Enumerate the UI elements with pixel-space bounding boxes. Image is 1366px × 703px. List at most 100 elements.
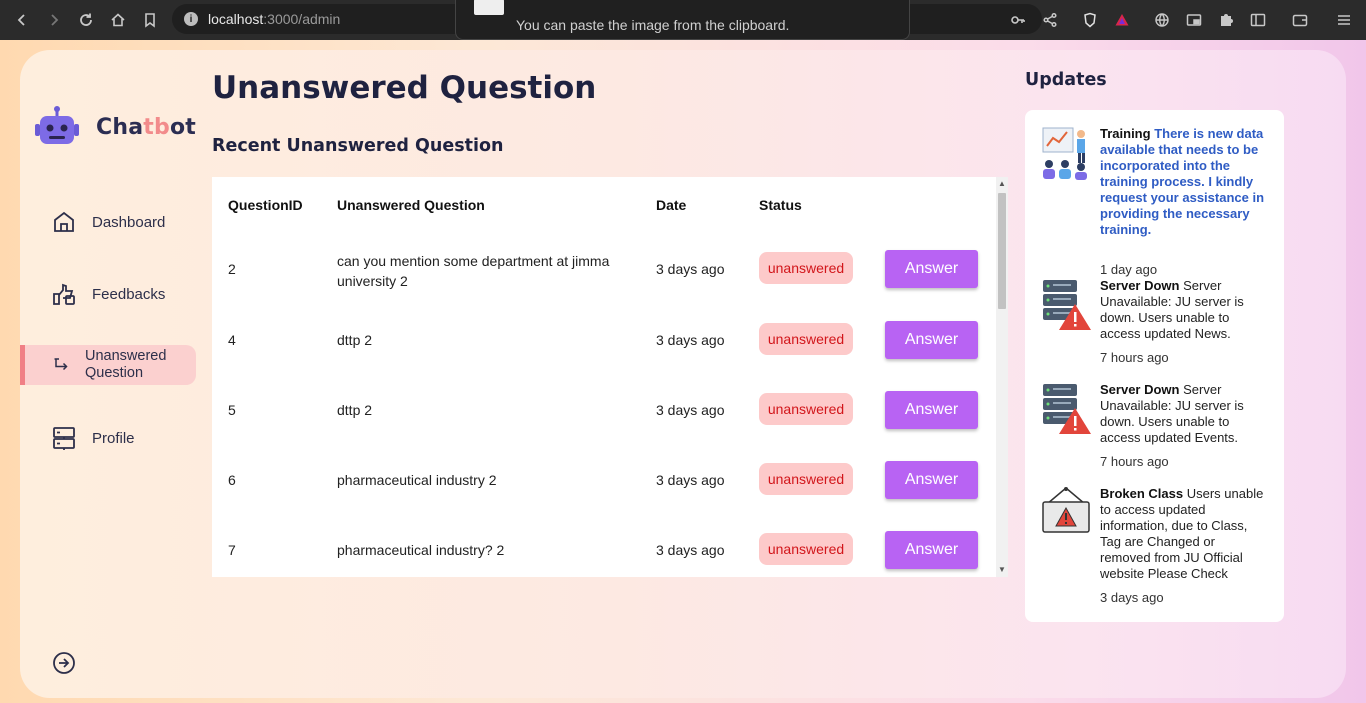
feedback-icon <box>53 283 75 305</box>
table-row: 7 pharmaceutical industry? 2 3 days ago … <box>212 513 996 577</box>
table-row: 4 dttp 2 3 days ago unanswered Answer <box>212 303 996 373</box>
screenshot-toast: You can paste the image from the clipboa… <box>455 0 910 40</box>
sidebar-item-dashboard[interactable]: Dashboard <box>20 202 196 242</box>
brand-name: Chatbot <box>96 114 196 140</box>
status-badge: unanswered <box>759 393 853 425</box>
training-icon <box>1042 127 1087 180</box>
scroll-down-arrow-icon[interactable]: ▼ <box>998 566 1006 574</box>
profile-icon <box>53 427 75 450</box>
answer-button[interactable]: Answer <box>885 531 978 569</box>
table-header: QuestionID Unanswered Question Date Stat… <box>212 177 996 233</box>
updates-panel: Training There is new data available tha… <box>1025 110 1284 622</box>
menu-icon[interactable] <box>1328 4 1360 36</box>
question-id: 4 <box>228 332 236 348</box>
status-badge: unanswered <box>759 323 853 355</box>
answer-button[interactable]: Answer <box>885 250 978 288</box>
question-text: dttp 2 <box>337 332 373 348</box>
update-text: Server Down Server Unavailable: JU serve… <box>1100 278 1268 342</box>
sidebar-toggle-icon[interactable] <box>1242 4 1274 36</box>
home-browser-icon[interactable] <box>102 4 134 36</box>
section-title: Recent Unanswered Question <box>212 136 504 156</box>
url-host: localhost <box>208 11 264 27</box>
update-text: Broken Class Users unable to access upda… <box>1100 486 1268 582</box>
table-row: 5 dttp 2 3 days ago unanswered Answer <box>212 373 996 443</box>
key-icon[interactable] <box>1002 4 1034 36</box>
sidebar-item-feedbacks[interactable]: Feedbacks <box>20 274 196 314</box>
question-date: 3 days ago <box>656 542 725 558</box>
url-path: :3000/admin <box>263 11 341 27</box>
column-header-status: Status <box>759 197 802 213</box>
logout-icon[interactable] <box>52 651 76 675</box>
table-scrollbar[interactable]: ▲ ▼ <box>996 177 1008 577</box>
bookmark-icon[interactable] <box>134 4 166 36</box>
table-row: 6 pharmaceutical industry 2 3 days ago u… <box>212 443 996 513</box>
question-id: 6 <box>228 472 236 488</box>
update-time: 3 days ago <box>1100 590 1164 605</box>
broken-sign-icon <box>1042 487 1090 533</box>
sidebar-item-label: Unanswered Question <box>85 348 167 381</box>
answer-button[interactable]: Answer <box>885 461 978 499</box>
update-heading: Server Down <box>1100 278 1180 293</box>
table-row: 2 can you mention some department at jim… <box>212 233 996 303</box>
sidebar-item-unanswered-question[interactable]: Unanswered Question <box>20 345 196 385</box>
update-time: 1 day ago <box>1100 262 1158 277</box>
status-badge: unanswered <box>759 463 853 495</box>
question-date: 3 days ago <box>656 332 725 348</box>
update-time: 7 hours ago <box>1100 454 1169 469</box>
extensions-icon[interactable] <box>1210 4 1242 36</box>
sidebar-item-profile[interactable]: Profile <box>20 418 196 458</box>
scroll-up-arrow-icon[interactable]: ▲ <box>998 180 1006 188</box>
update-heading: Training <box>1100 126 1151 141</box>
question-date: 3 days ago <box>656 261 725 277</box>
home-icon <box>54 211 74 232</box>
question-icon <box>54 358 68 371</box>
questions-table: QuestionID Unanswered Question Date Stat… <box>212 177 1008 577</box>
question-text: pharmaceutical industry? 2 <box>337 542 505 558</box>
wallet-icon[interactable] <box>1284 4 1316 36</box>
sidebar-item-label: Feedbacks <box>92 285 166 303</box>
back-icon[interactable] <box>6 4 38 36</box>
share-icon[interactable] <box>1034 4 1066 36</box>
update-heading: Server Down <box>1100 382 1180 397</box>
update-heading: Broken Class <box>1100 486 1184 501</box>
toast-message: You can paste the image from the clipboa… <box>516 17 790 33</box>
scroll-thumb[interactable] <box>998 193 1006 309</box>
answer-button[interactable]: Answer <box>885 391 978 429</box>
update-time: 7 hours ago <box>1100 350 1169 365</box>
question-date: 3 days ago <box>656 402 725 418</box>
question-id: 2 <box>228 261 236 277</box>
question-id: 5 <box>228 402 236 418</box>
column-header-question: Unanswered Question <box>337 197 485 213</box>
page-background: Chatbot Dashboard Feedbacks Unanswered Q… <box>0 40 1366 703</box>
page-title: Unanswered Question <box>212 70 597 106</box>
updates-title: Updates <box>1025 70 1107 90</box>
server-warning-icon <box>1043 280 1091 330</box>
brand: Chatbot <box>34 106 196 148</box>
question-text: dttp 2 <box>337 402 373 418</box>
sidebar-item-label: Profile <box>92 429 135 447</box>
sidebar-item-label: Dashboard <box>92 213 166 231</box>
column-header-date: Date <box>656 197 687 213</box>
app-container: Chatbot Dashboard Feedbacks Unanswered Q… <box>20 50 1346 698</box>
update-text: Training There is new data available tha… <box>1100 126 1268 238</box>
picture-in-picture-icon[interactable] <box>1178 4 1210 36</box>
answer-button[interactable]: Answer <box>885 321 978 359</box>
question-text: pharmaceutical industry 2 <box>337 472 497 488</box>
status-badge: unanswered <box>759 252 853 284</box>
screenshot-thumbnail <box>474 0 504 15</box>
reload-icon[interactable] <box>70 4 102 36</box>
brave-shield-icon[interactable] <box>1074 4 1106 36</box>
update-body: There is new data available that needs t… <box>1100 126 1265 237</box>
update-text: Server Down Server Unavailable: JU serve… <box>1100 382 1268 446</box>
robot-logo-icon <box>35 106 79 144</box>
translate-icon[interactable] <box>1146 4 1178 36</box>
server-warning-icon <box>1043 384 1091 434</box>
forward-icon[interactable] <box>38 4 70 36</box>
column-header-id: QuestionID <box>228 197 303 213</box>
question-id: 7 <box>228 542 236 558</box>
question-date: 3 days ago <box>656 472 725 488</box>
status-badge: unanswered <box>759 533 853 565</box>
question-text: can you mention some department at jimma… <box>337 253 610 289</box>
brave-rewards-icon[interactable] <box>1106 4 1138 36</box>
site-info-icon[interactable]: i <box>184 12 198 26</box>
